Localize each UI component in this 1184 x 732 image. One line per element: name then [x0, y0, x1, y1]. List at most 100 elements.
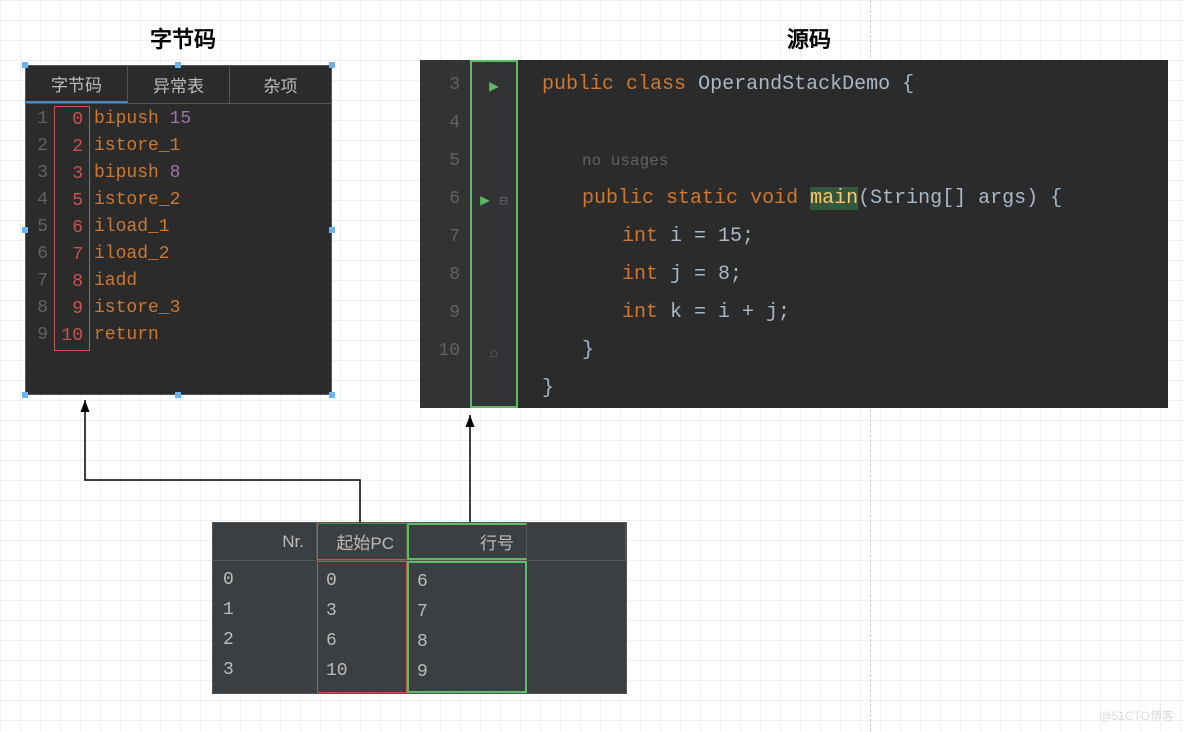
line-num: 10: [420, 332, 460, 370]
col-line: 6 7 8 9: [407, 561, 527, 693]
instr: iadd: [94, 271, 137, 291]
pc-value: 0: [55, 107, 83, 134]
source-gutter-icons: ▶ ▶ ⊟ ⌂: [470, 60, 518, 408]
run-fold-row: ▶ ⊟: [472, 182, 516, 221]
instr-row: iadd: [94, 268, 191, 295]
resize-handle[interactable]: [22, 227, 28, 233]
col-nr: 0 1 2 3: [213, 561, 317, 693]
line-num: 8: [420, 256, 460, 294]
gutter-num: 4: [26, 187, 48, 214]
instr-row: return: [94, 322, 191, 349]
fold-icon[interactable]: ⊟: [499, 194, 507, 210]
resize-handle[interactable]: [22, 392, 28, 398]
bytecode-gutter: 1 2 3 4 5 6 7 8 9: [26, 106, 54, 351]
run-icon[interactable]: ▶: [480, 192, 490, 210]
table-header: Nr. 起始PC 行号: [213, 523, 626, 561]
cell: 2: [223, 625, 317, 655]
code-line: }: [542, 370, 1168, 408]
gutter-num: 3: [26, 160, 48, 187]
instr: iload_2: [94, 244, 170, 264]
resize-handle[interactable]: [22, 62, 28, 68]
instr-arg: 8: [170, 163, 181, 183]
th-rest: [527, 523, 626, 560]
code-line: public class OperandStackDemo {: [542, 66, 1168, 104]
line-num: 4: [420, 104, 460, 142]
resize-handle[interactable]: [329, 227, 335, 233]
instr-arg: 15: [170, 109, 192, 129]
gutter-num: 8: [26, 295, 48, 322]
line-num: 5: [420, 142, 460, 180]
instr: bipush: [94, 163, 159, 183]
tab-misc[interactable]: 杂项: [230, 66, 331, 103]
source-code[interactable]: public class OperandStackDemo { no usage…: [518, 60, 1168, 408]
instr-row: bipush 15: [94, 106, 191, 133]
gutter-num: 2: [26, 133, 48, 160]
bytecode-body: 1 2 3 4 5 6 7 8 9 0 2 3 5 6 7 8 9 10 bip…: [26, 104, 331, 353]
th-line: 行号: [407, 523, 527, 560]
resize-handle[interactable]: [175, 392, 181, 398]
cell: 3: [326, 596, 406, 626]
cell: 0: [326, 566, 406, 596]
gutter-num: 1: [26, 106, 48, 133]
source-panel: 3 4 5 6 7 8 9 10 ▶ ▶ ⊟ ⌂ public class Op…: [420, 60, 1168, 408]
line-table: Nr. 起始PC 行号 0 1 2 3 0 3 6 10 6 7 8 9: [212, 522, 627, 694]
col-pc: 0 3 6 10: [317, 561, 407, 693]
pc-column: 0 2 3 5 6 7 8 9 10: [54, 106, 90, 351]
instr: bipush: [94, 109, 159, 129]
instr: iload_1: [94, 217, 170, 237]
resize-handle[interactable]: [329, 392, 335, 398]
gutter-num: 6: [26, 241, 48, 268]
pc-value: 5: [55, 188, 83, 215]
instr: istore_1: [94, 136, 180, 156]
resize-handle[interactable]: [329, 62, 335, 68]
bytecode-title: 字节码: [150, 22, 216, 54]
tab-exception[interactable]: 异常表: [128, 66, 230, 103]
instr-row: iload_1: [94, 214, 191, 241]
pc-value: 2: [55, 134, 83, 161]
source-body: 3 4 5 6 7 8 9 10 ▶ ▶ ⊟ ⌂ public class Op…: [420, 60, 1168, 408]
instr-row: istore_2: [94, 187, 191, 214]
cell: 7: [417, 597, 525, 627]
source-title: 源码: [787, 22, 831, 54]
bytecode-tabs: 字节码 异常表 杂项: [26, 66, 331, 104]
watermark: @51CTO博客: [1099, 707, 1174, 724]
code-line: public static void main(String[] args) {: [542, 180, 1168, 218]
code-line: int k = i + j;: [542, 294, 1168, 332]
pc-value: 3: [55, 161, 83, 188]
run-icon[interactable]: ▶: [472, 68, 516, 106]
bytecode-panel: 字节码 异常表 杂项 1 2 3 4 5 6 7 8 9 0 2 3 5 6 7…: [25, 65, 332, 395]
instr-row: istore_1: [94, 133, 191, 160]
tab-bytecode[interactable]: 字节码: [26, 66, 128, 103]
resize-handle[interactable]: [175, 62, 181, 68]
table-body: 0 1 2 3 0 3 6 10 6 7 8 9: [213, 561, 626, 693]
gutter-num: 9: [26, 322, 48, 349]
cell: 3: [223, 655, 317, 685]
usages-hint[interactable]: no usages: [542, 142, 1168, 180]
th-pc: 起始PC: [317, 523, 407, 560]
line-num: 6: [420, 180, 460, 218]
pc-value: 7: [55, 242, 83, 269]
cell: 0: [223, 565, 317, 595]
gutter-num: 5: [26, 214, 48, 241]
line-num: 9: [420, 294, 460, 332]
pc-value: 6: [55, 215, 83, 242]
code-line: int j = 8;: [542, 256, 1168, 294]
code-line: }: [542, 332, 1168, 370]
instruction-column: bipush 15 istore_1 bipush 8 istore_2 ilo…: [90, 106, 191, 351]
pc-value: 9: [55, 296, 83, 323]
instr-row: bipush 8: [94, 160, 191, 187]
cell: 6: [326, 626, 406, 656]
instr: istore_2: [94, 190, 180, 210]
source-gutter: 3 4 5 6 7 8 9 10: [420, 60, 470, 408]
th-nr: Nr.: [213, 523, 317, 560]
code-line: [542, 104, 1168, 142]
fold-icon[interactable]: ⌂: [472, 335, 516, 373]
code-line: int i = 15;: [542, 218, 1168, 256]
cell: 1: [223, 595, 317, 625]
pc-value: 10: [55, 323, 83, 350]
cell: 6: [417, 567, 525, 597]
cell: 9: [417, 657, 525, 687]
instr: istore_3: [94, 298, 180, 318]
pc-value: 8: [55, 269, 83, 296]
cell: 8: [417, 627, 525, 657]
